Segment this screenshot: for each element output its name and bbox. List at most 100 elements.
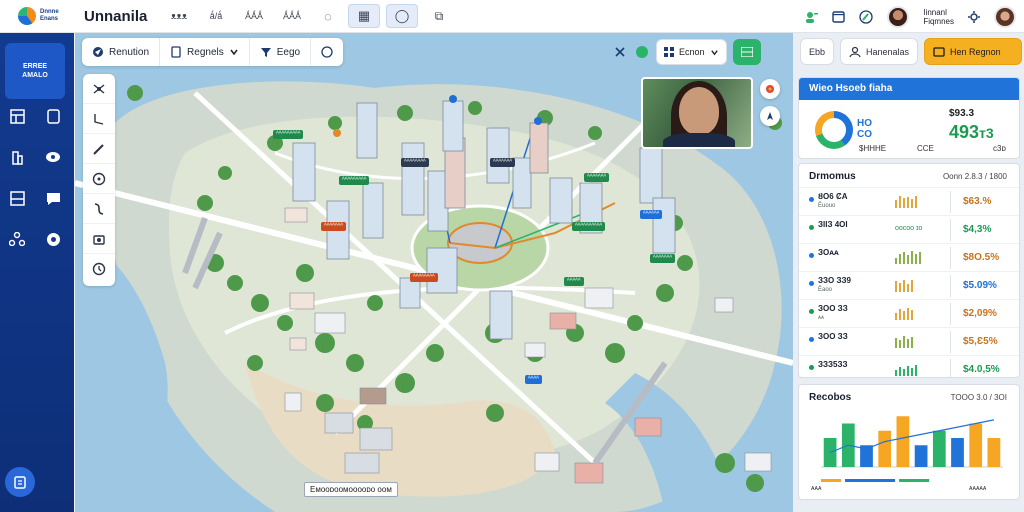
map-label-2[interactable]: ᴬᴬᴬᴬᴬᴬᴬᴬ <box>401 158 429 167</box>
top-tool-grid[interactable]: ▦ <box>348 4 380 28</box>
bar-chart[interactable] <box>799 385 1020 500</box>
sparkline-bar <box>899 309 901 320</box>
top-tool-share[interactable]: ⧉ <box>424 4 454 28</box>
list-item[interactable]: ЗOO ЗЗ $5,Ɛ5% <box>799 327 1019 355</box>
top-tool-search[interactable]: ◯ <box>386 4 418 28</box>
top-tool-2[interactable]: ǻ/ǻ <box>200 4 232 28</box>
map-label-7[interactable]: ᴬᴬᴬᴬᴬᴬᴬᴬᴬᴬ <box>572 222 606 231</box>
sidebar-card-line-1: ERREE <box>22 63 48 70</box>
video-feed[interactable] <box>641 77 753 149</box>
row-divider <box>950 247 951 269</box>
edit-icon[interactable] <box>859 9 873 24</box>
map-tool-measure[interactable] <box>83 104 115 134</box>
calendar-icon[interactable] <box>832 10 846 23</box>
route-icon <box>92 202 106 216</box>
row-percentage: $8O.5% <box>963 252 1000 263</box>
row-sparkline <box>895 362 917 376</box>
map-label-11[interactable]: ᴬᴬᴬᴬᴬ <box>564 277 584 286</box>
toolbar-regions[interactable]: Regnels <box>160 38 250 66</box>
user-info[interactable]: Iinnanl Fiqmnes <box>923 8 954 26</box>
tab-overview[interactable]: Ebb <box>800 38 835 65</box>
map-tool-pan[interactable] <box>83 74 115 104</box>
map-label-4[interactable]: ᴬᴬᴬᴬᴬᴬᴬᴬᴬ <box>339 176 370 185</box>
user-add-icon[interactable] <box>804 10 819 24</box>
status-toggle[interactable] <box>732 39 761 65</box>
map-tool-compass[interactable] <box>83 164 115 194</box>
document-icon[interactable] <box>42 105 64 127</box>
map-tool-time[interactable] <box>83 254 115 284</box>
tab-report[interactable]: Hen Regnon <box>924 38 1023 65</box>
message-icon[interactable] <box>42 187 64 209</box>
chevron-down-icon <box>229 47 239 57</box>
view-select[interactable]: Ecnon <box>656 39 727 65</box>
row-status-dot <box>809 197 814 202</box>
map-label-10[interactable]: ᴬᴬᴬᴬᴬᴬᴬ <box>650 254 676 263</box>
top-tool-1[interactable]: ᴥᴥᴥ <box>164 4 194 28</box>
sparkline-bar <box>903 311 905 320</box>
brand[interactable]: Dnnne Enans <box>0 0 74 33</box>
map-label-12[interactable]: ᴬᴬᴬᴬ <box>525 375 542 384</box>
sparkline-bar <box>911 337 913 348</box>
app-title: Unnanila <box>84 7 148 25</box>
top-tool-5[interactable]: ◌ <box>314 4 342 28</box>
chart-bar[interactable] <box>896 416 910 467</box>
list-item[interactable]: ЗOO ЗЗ ᴀᴀ $2,09% <box>799 299 1019 327</box>
map-tool-draw[interactable] <box>83 134 115 164</box>
sparkline-bar <box>915 196 917 208</box>
location-pin-button[interactable] <box>760 79 780 99</box>
map-label-5[interactable]: ᴬᴬᴬᴬᴬᴬᴬ <box>584 173 610 182</box>
chart-bar[interactable] <box>987 438 1001 467</box>
chart-bar[interactable] <box>951 438 964 467</box>
list-item[interactable]: ЗЗO ЗЗ9 Ēaoo $5.09% <box>799 271 1019 299</box>
toolbar-location[interactable]: Renution <box>82 38 161 66</box>
map-label-1[interactable]: ᴬᴬᴬᴬᴬᴬᴬᴬᴬ <box>273 130 304 139</box>
globe-icon[interactable] <box>42 228 64 250</box>
network-icon[interactable] <box>6 228 28 250</box>
layout-icon[interactable] <box>6 105 28 127</box>
top-tool-4[interactable]: ǺǺǺ <box>276 4 308 28</box>
map-label-8[interactable]: ᴬᴬᴬᴬᴬᴬ <box>640 210 663 219</box>
row-status-dot <box>809 337 814 342</box>
metrics-list-title: Drmomus <box>809 171 856 182</box>
navigate-button[interactable] <box>760 106 780 126</box>
pen-icon <box>92 142 106 156</box>
map-label-9[interactable]: ᴬᴬᴬᴬᴬᴬᴬᴬ <box>410 273 438 282</box>
list-item[interactable]: ЗЗЗ5ЗЗ $4.0,5% <box>799 355 1019 377</box>
settings-icon[interactable] <box>968 10 980 23</box>
tab-channels[interactable]: Hanenalas <box>840 38 919 65</box>
list-item[interactable]: ЗIIЗ 4OI ᴏᴏᴄᴏᴏ ɪᴏ $4,3% <box>799 215 1019 243</box>
row-divider <box>950 303 951 325</box>
leaf-icon[interactable] <box>634 45 650 59</box>
tab-channels-label: Hanenalas <box>866 46 910 57</box>
map-label-3[interactable]: ᴬᴬᴬᴬᴬᴬᴬ <box>490 158 516 167</box>
secondary-avatar[interactable] <box>994 5 1016 28</box>
toolbar-filter[interactable]: Eego <box>250 38 312 66</box>
sparkline-bar <box>895 338 897 348</box>
chart-bar[interactable] <box>969 423 983 468</box>
list-item[interactable]: ЗOᴀᴀ $8O.5% <box>799 243 1019 271</box>
sparkline-bar <box>907 339 909 348</box>
sparkline-bar <box>919 252 921 264</box>
eye-icon[interactable] <box>42 146 64 168</box>
chart-bar[interactable] <box>878 430 892 467</box>
panel-icon[interactable] <box>6 187 28 209</box>
chart-bar[interactable] <box>932 430 946 467</box>
chart-bar[interactable] <box>914 445 928 467</box>
sidebar-project-card[interactable]: ERREE AMALO <box>5 43 65 99</box>
location-icon <box>92 46 104 58</box>
building-icon[interactable] <box>6 146 28 168</box>
export-button[interactable] <box>5 467 35 497</box>
toolbar-chat[interactable] <box>311 38 343 66</box>
map-label-6[interactable]: ᴬᴬᴬᴬᴬᴬᴬ <box>321 222 347 231</box>
summary-sub-left: $HHHE <box>859 144 887 153</box>
map-tool-route[interactable] <box>83 194 115 224</box>
sparkline-bar <box>895 313 897 320</box>
sparkline-bar <box>895 370 897 376</box>
top-tool-3[interactable]: ǺǺǺ <box>238 4 270 28</box>
chart-bar[interactable] <box>823 438 837 467</box>
user-avatar[interactable] <box>887 5 910 28</box>
map-tool-camera[interactable] <box>83 224 115 254</box>
tools-icon[interactable] <box>612 46 628 58</box>
user-name: Iinnanl <box>923 7 947 17</box>
list-item[interactable]: ȢO6 ȻA Ēuouo $63.% <box>799 187 1019 215</box>
